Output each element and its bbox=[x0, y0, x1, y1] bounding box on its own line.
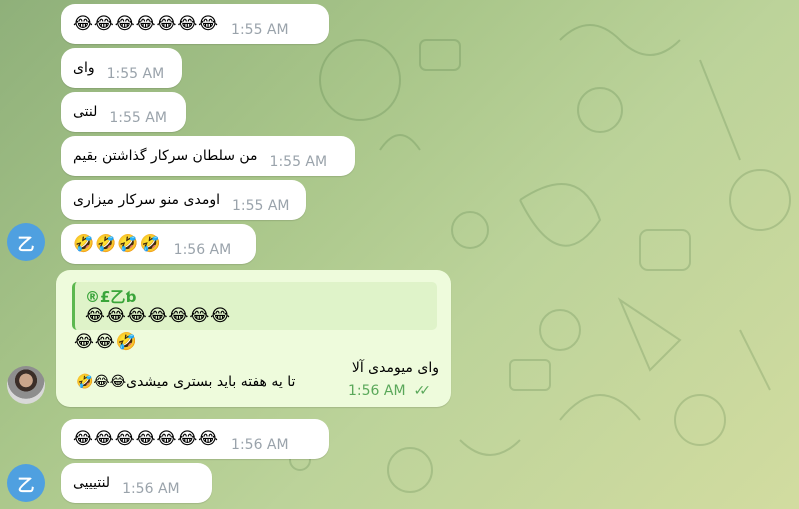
message-bubble[interactable]: لنتیییی 1:56 AM bbox=[61, 463, 212, 503]
outgoing-meta: 1:56 AM ✓✓ bbox=[348, 383, 432, 399]
message-text: وای bbox=[73, 60, 95, 76]
avatar[interactable] bbox=[7, 366, 45, 404]
message-bubble[interactable]: اومدی منو سرکار میزاری 1:55 AM bbox=[61, 180, 306, 220]
message-time: 1:56 AM bbox=[348, 383, 406, 399]
message-text: لنتی bbox=[73, 104, 98, 120]
message-time: 1:56 AM bbox=[231, 437, 289, 453]
chat-area: 😂😂😂😂😂😂😂 1:55 AM وای 1:55 AM لنتی 1:55 AM… bbox=[0, 0, 799, 509]
double-check-icon: ✓✓ bbox=[413, 383, 432, 399]
outgoing-text-line: 😂😂🤣 bbox=[74, 332, 138, 352]
reply-preview[interactable]: ®£乙ƅ 😂😂😂😂😂😂😂 bbox=[72, 282, 437, 330]
message-text: من سلطان سرکار گذاشتن بقیم bbox=[73, 148, 258, 164]
message-time: 1:56 AM bbox=[173, 242, 232, 258]
outgoing-text-line: تا یه هفته باید بستری میشدی😂😂🤣 bbox=[76, 374, 296, 390]
message-text: 😂😂😂😂😂😂😂 bbox=[73, 14, 220, 34]
message-text: لنتیییی bbox=[73, 475, 111, 491]
message-text: 🤣🤣🤣🤣 bbox=[73, 234, 162, 254]
outgoing-text-line: وای میومدی آلا bbox=[351, 360, 439, 376]
message-bubble[interactable]: 😂😂😂😂😂😂😂 1:56 AM bbox=[61, 419, 329, 459]
reply-sender-name: ®£乙ƅ bbox=[85, 288, 137, 306]
message-bubble[interactable]: 🤣🤣🤣🤣 1:56 AM bbox=[61, 224, 256, 264]
message-bubble[interactable]: وای 1:55 AM bbox=[61, 48, 182, 88]
avatar-initial: 乙 bbox=[17, 234, 35, 255]
outgoing-message-bubble[interactable]: ®£乙ƅ 😂😂😂😂😂😂😂 😂😂🤣 وای میومدی آلا تا یه هف… bbox=[56, 270, 451, 407]
avatar[interactable]: 乙 bbox=[7, 223, 45, 261]
message-time: 1:55 AM bbox=[106, 66, 165, 82]
avatar[interactable]: 乙 bbox=[7, 464, 45, 502]
message-bubble[interactable]: 😂😂😂😂😂😂😂 1:55 AM bbox=[61, 4, 329, 44]
message-bubble[interactable]: لنتی 1:55 AM bbox=[61, 92, 186, 132]
message-time: 1:55 AM bbox=[269, 154, 328, 170]
avatar-initial: 乙 bbox=[17, 475, 35, 496]
message-time: 1:56 AM bbox=[122, 481, 180, 497]
reply-quoted-text: 😂😂😂😂😂😂😂 bbox=[85, 306, 232, 326]
message-time: 1:55 AM bbox=[109, 110, 167, 126]
message-time: 1:55 AM bbox=[231, 198, 290, 214]
message-text: اومدی منو سرکار میزاری bbox=[73, 192, 220, 208]
message-text: 😂😂😂😂😂😂😂 bbox=[73, 429, 220, 449]
message-time: 1:55 AM bbox=[231, 22, 289, 38]
message-bubble[interactable]: من سلطان سرکار گذاشتن بقیم 1:55 AM bbox=[61, 136, 355, 176]
